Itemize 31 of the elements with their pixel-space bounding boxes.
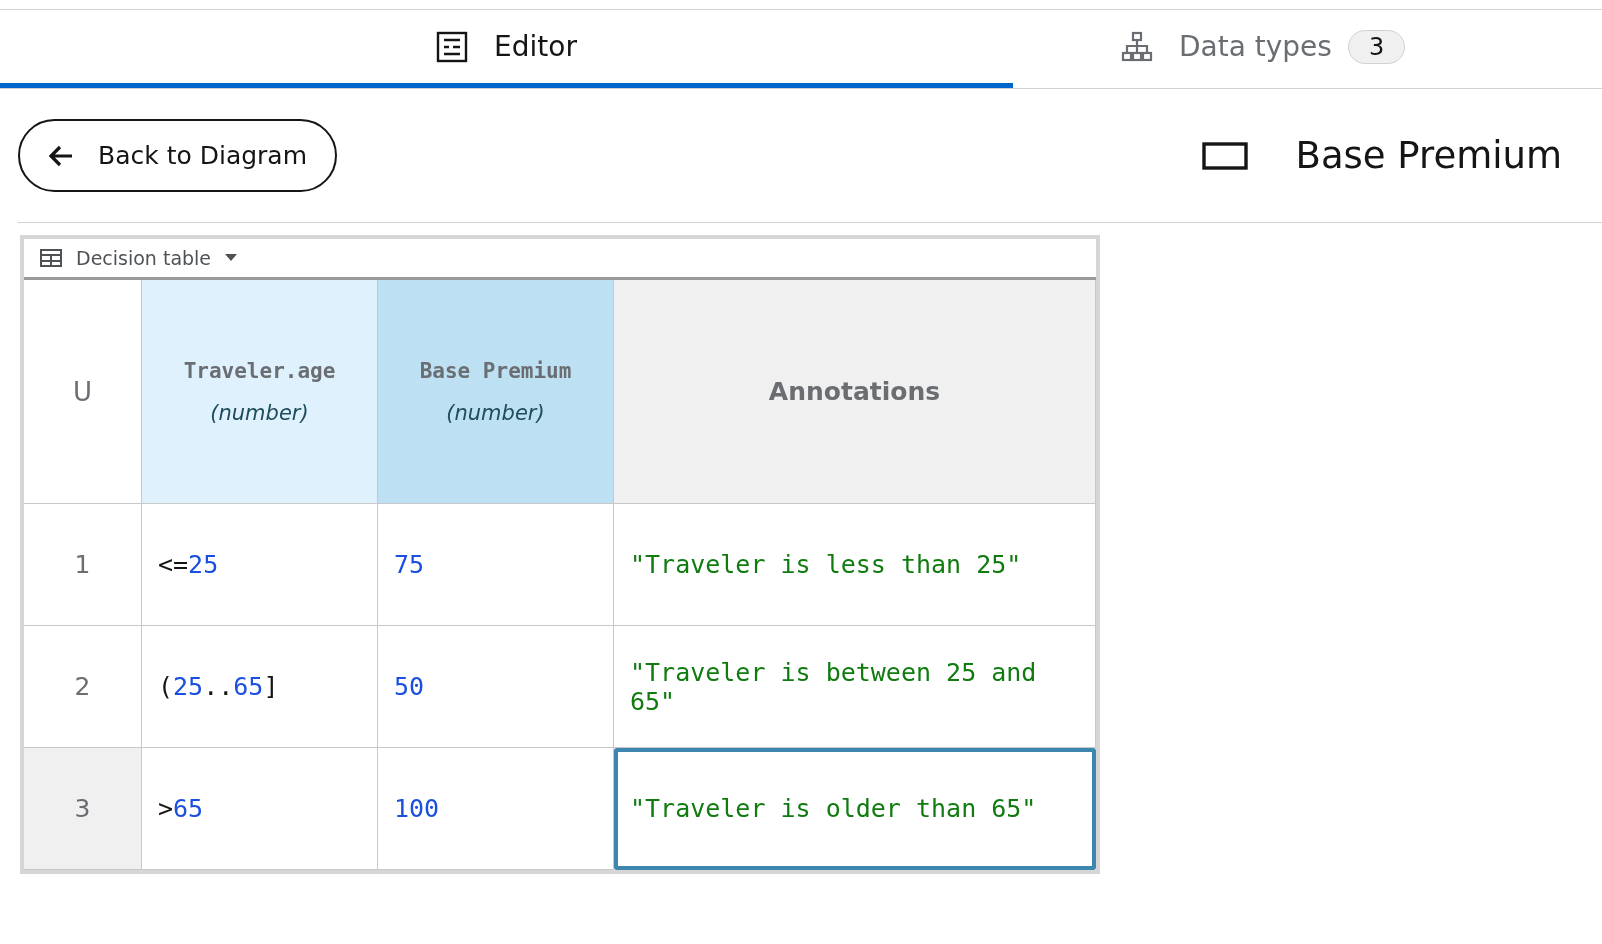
annotation-cell[interactable]: "Traveler is less than 25" — [614, 504, 1096, 626]
column-type: (number) — [210, 400, 309, 425]
arrow-left-icon — [48, 143, 74, 168]
caret-icon — [225, 254, 238, 262]
table-cell[interactable]: 50 — [378, 626, 614, 748]
count-badge: 3 — [1347, 29, 1406, 64]
tab[interactable]: Data types 3 — [1013, 10, 1602, 88]
column-name: Annotations — [768, 377, 941, 406]
grid-icon — [436, 30, 469, 63]
back-button[interactable]: Back to Diagram — [18, 119, 338, 192]
table-type-dropdown[interactable]: Decision table — [40, 247, 238, 269]
table-cell[interactable]: >65 — [142, 748, 378, 870]
table-cell[interactable]: 75 — [378, 504, 614, 626]
row-number-cell[interactable]: 3 — [24, 748, 142, 870]
column-header[interactable]: Base Premium (number) — [378, 280, 614, 504]
column-header[interactable]: Annotations — [614, 280, 1096, 504]
annotation-cell[interactable]: "Traveler is older than 65" — [614, 748, 1096, 870]
column-name: Traveler.age — [183, 358, 336, 383]
column-header[interactable]: Traveler.age (number) — [142, 280, 378, 504]
annotation-cell[interactable]: "Traveler is between 25 and 65" — [614, 626, 1096, 748]
hierarchy-icon — [1121, 30, 1153, 63]
rectangle-icon — [1201, 141, 1248, 170]
row-number-cell[interactable]: 1 — [24, 504, 142, 626]
table-cell[interactable]: (25..65] — [142, 626, 378, 748]
tab[interactable]: Editor — [0, 10, 1013, 88]
table-cell[interactable]: 100 — [378, 748, 614, 870]
column-type: (number) — [446, 400, 545, 425]
page-title: Base Premium — [1295, 134, 1562, 177]
table-cell[interactable]: <=25 — [142, 504, 378, 626]
table-icon — [40, 249, 62, 267]
column-name: Base Premium — [419, 358, 572, 383]
